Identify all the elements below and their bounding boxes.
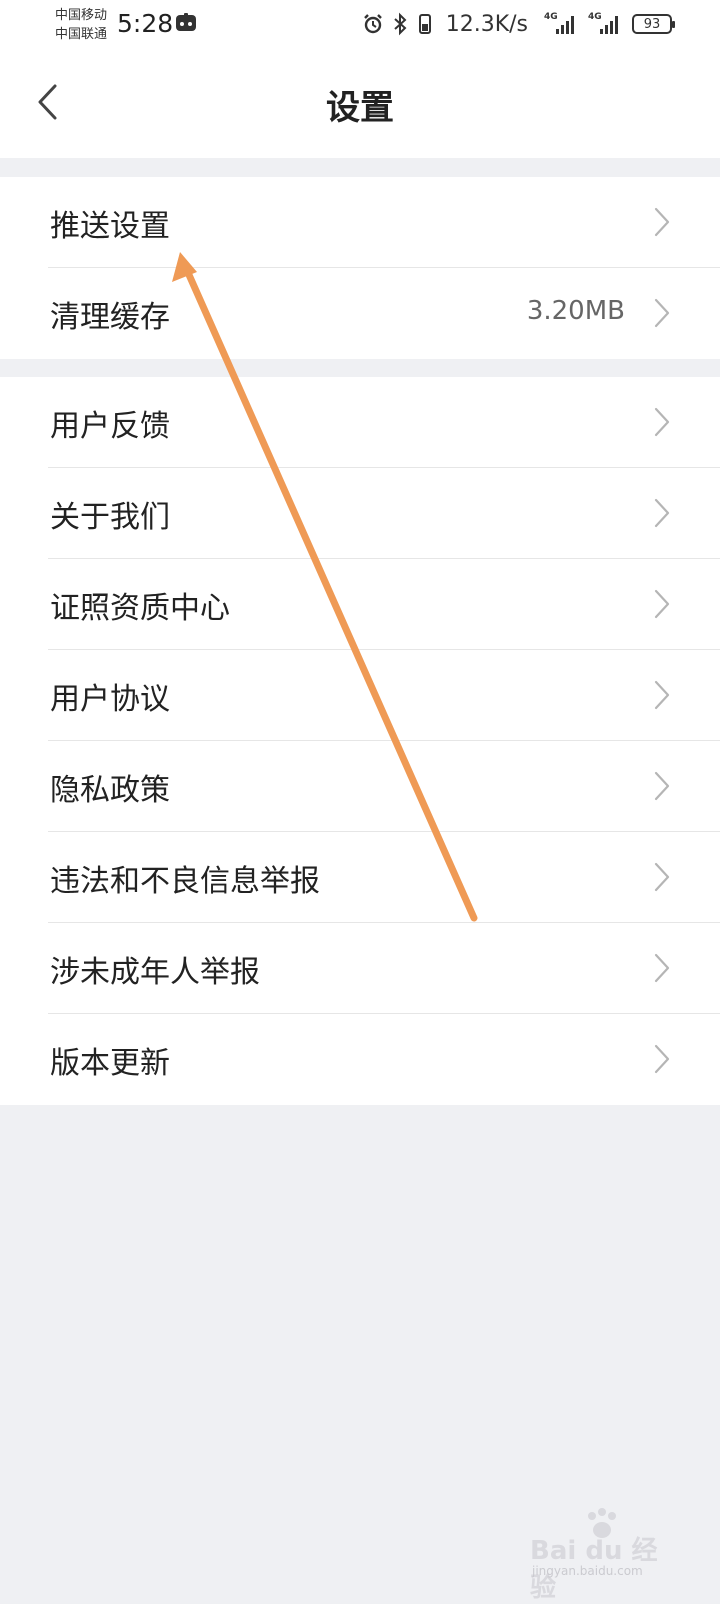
cache-size-value: 3.20MB (526, 296, 625, 326)
chevron-right-icon (654, 862, 670, 892)
battery-level: 93 (643, 16, 661, 32)
status-right-cluster: 12.3K/s 4G 4G 93 (362, 10, 675, 38)
chevron-right-icon (654, 680, 670, 710)
setting-row-label: 用户协议 (50, 682, 170, 717)
chevron-right-icon (654, 407, 670, 437)
title-bar: 设置 (0, 50, 720, 158)
setting-row-label: 违法和不良信息举报 (50, 864, 320, 899)
watermark-subtext: jingyan.baidu.com (532, 1564, 643, 1578)
setting-row-minor-report[interactable]: 涉未成年人举报 (0, 923, 720, 1014)
carrier-names: 中国移动 中国联通 (55, 6, 107, 44)
setting-row-label: 版本更新 (50, 1046, 170, 1081)
settings-group-2: 用户反馈 关于我们 证照资质中心 用户协议 隐私政策 违法和不良信息举报 涉未成… (0, 377, 720, 1105)
chevron-right-icon (654, 1044, 670, 1074)
status-time: 5:28 (117, 9, 174, 38)
battery-icon: 93 (632, 14, 675, 34)
setting-row-about-us[interactable]: 关于我们 (0, 468, 720, 559)
chevron-right-icon (654, 207, 670, 237)
status-bar: 中国移动 中国联通 5:28 12.3K/s 4G 4G 93 (0, 0, 720, 50)
signal-icon-sim-2: 4G (588, 12, 624, 36)
settings-group-1: 推送设置 清理缓存 3.20MB (0, 177, 720, 359)
carrier-1: 中国移动 (55, 8, 108, 23)
setting-row-label: 清理缓存 (50, 300, 170, 335)
baidu-jingyan-watermark: Bai du 经验 jingyan.baidu.com (530, 1508, 680, 1603)
page-title: 设置 (326, 88, 394, 128)
chevron-right-icon (654, 953, 670, 983)
phone-battery-icon (418, 14, 431, 34)
carrier-2: 中国联通 (55, 27, 108, 42)
setting-row-label: 推送设置 (50, 209, 170, 244)
setting-row-user-agreement[interactable]: 用户协议 (0, 650, 720, 741)
chevron-right-icon (654, 298, 670, 328)
setting-row-label: 用户反馈 (50, 409, 170, 444)
setting-row-push-settings[interactable]: 推送设置 (0, 177, 720, 268)
alarm-icon (363, 14, 382, 34)
setting-row-license-center[interactable]: 证照资质中心 (0, 559, 720, 650)
network-speed: 12.3K/s (445, 11, 528, 37)
setting-row-label: 证照资质中心 (50, 591, 230, 626)
chevron-right-icon (654, 589, 670, 619)
game-controller-icon (176, 13, 196, 31)
setting-row-clear-cache[interactable]: 清理缓存 3.20MB (0, 268, 720, 359)
setting-row-label: 涉未成年人举报 (50, 955, 260, 990)
setting-row-privacy-policy[interactable]: 隐私政策 (0, 741, 720, 832)
setting-row-user-feedback[interactable]: 用户反馈 (0, 377, 720, 468)
chevron-right-icon (654, 771, 670, 801)
setting-row-label: 隐私政策 (50, 773, 170, 808)
setting-row-label: 关于我们 (50, 500, 170, 535)
chevron-right-icon (654, 498, 670, 528)
setting-row-version-update[interactable]: 版本更新 (0, 1014, 720, 1105)
signal-icon-sim-1: 4G (544, 12, 580, 36)
bluetooth-icon (394, 12, 407, 36)
setting-row-illegal-info-report[interactable]: 违法和不良信息举报 (0, 832, 720, 923)
